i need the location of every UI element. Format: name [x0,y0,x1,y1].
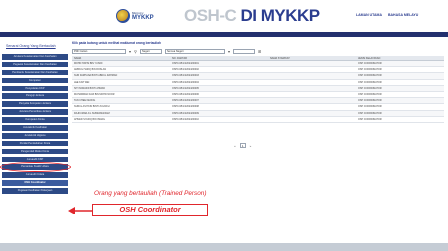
page-number[interactable]: 1 [239,143,246,148]
table-cell [268,61,356,66]
sidebar-item[interactable]: Pegawai Kesihatan Pekerjaan [2,188,68,194]
table-cell: OSH COORDINATOR [358,86,382,90]
filter-bar: Pilih Carian ▾ ⚲ Negeri Semua Negeri ▾ ⊞ [72,48,444,54]
table-cell [268,73,356,78]
sidebar-item[interactable]: Jurutera Keselamatan Dan Kesihatan [2,54,68,60]
bottom-strip [0,243,448,251]
main-heading: Klik pada butang untuk melihat maklumat … [72,41,161,45]
sidebar-item[interactable]: Penilai Pendedahan Kimia [2,140,68,147]
table-cell [268,111,356,116]
state-select[interactable]: Semua Negeri [164,48,225,54]
table-cell: AMIRUL HAZIQ BIN ROSLAN [74,68,107,72]
table-cell: OSH COORDINATOR [358,99,382,103]
sidebar-item[interactable]: Penyelaras KKP [2,85,68,92]
table-cell: OSH COORDINATOR [358,68,382,72]
results-table: NAMA NO. DAFTAR NAMA SYARIKAT JENIS KELA… [72,56,444,123]
table-cell: OSH COORDINATOR [358,74,382,78]
agency-logo[interactable]: Ministry MYKKP [116,6,162,26]
table-cell: OSH COORDINATOR [358,92,382,96]
language-link[interactable]: BAHASA MELAYU [388,13,418,17]
search-icon[interactable]: ⚲ [134,49,137,54]
column-header[interactable]: NAMA [72,56,170,60]
column-header[interactable]: NAMA SYARIKAT [268,56,356,60]
sidebar-item[interactable]: Kompeten [2,77,68,84]
filter-icon[interactable]: ⊞ [258,49,261,54]
sidebar-item[interactable]: Jurutera Pemeriksa Jentera [2,109,68,115]
table-cell: OSH COORDINATOR [358,80,382,84]
sidebar-item[interactable]: Penyelia Kompeten Jentera [2,101,68,107]
pagination: « 1 » [234,143,251,148]
table-cell: MOHD HATIM BIN YUSOF [74,62,103,65]
table-cell [268,92,356,97]
sidebar-heading[interactable]: Senarai Orang Yang Bertauliah [6,44,56,48]
sidebar-item-osh-coordinator[interactable]: OSH Coordinator [2,180,68,186]
table-cell: SITI NORAINI BINTI AHMAD [74,86,105,90]
table-cell: NURUL ASYIKIN BINTI ZULKIFLI [74,105,110,109]
table-cell: MUHAMMAD FAIZ BIN MOHD NOOR [74,92,115,96]
sidebar: Senarai Orang Yang Bertauliah Jurutera K… [0,37,70,243]
table-cell [268,98,356,103]
table-cell: AHMAD SYAFIQ BIN ISMAIL [74,117,106,121]
table-cell: OSHC/25/13/2024/00007 [172,99,199,103]
table-cell: OSH COORDINATOR [358,117,382,121]
table-cell [268,117,356,122]
table-cell: OSHC/25/13/2024/00008 [172,105,199,109]
table-body: MOHD HATIM BIN YUSOF OSHC/25/13/2024/0000… [72,61,444,123]
table-cell: OSH COORDINATOR [358,111,382,115]
sidebar-item[interactable]: Pegawai Keselamatan Dan Kesihatan [2,61,68,68]
table-cell [268,67,356,72]
prev-page-button[interactable]: « [234,144,236,148]
sidebar-item[interactable]: Juruaudit Udara [2,172,68,178]
sidebar-item[interactable]: Penguji Jentera [2,93,68,100]
table-cell: LEE KAH WEI [74,80,90,84]
app-window: Ministry MYKKP OSH-C DI MYKKP LAMAN UTAM… [0,0,448,243]
header: Ministry MYKKP OSH-C DI MYKKP LAMAN UTAM… [0,0,448,32]
sidebar-menu: Jurutera Keselamatan Dan Kesihatan Pegaw… [2,54,68,196]
seal-icon [116,9,130,23]
table-cell: OSHC/25/13/2024/00001 [172,62,199,65]
table-cell: OSHC/25/13/2024/00004 [172,80,199,84]
table-cell: OSHC/25/13/2024/00003 [172,74,199,78]
search-type-select[interactable]: Pilih Carian [72,48,126,54]
column-header[interactable]: NO. DAFTAR [170,56,268,60]
next-page-button[interactable]: » [250,144,252,148]
sidebar-item[interactable]: Pembantu Keselamatan Dan Kesihatan [2,69,68,76]
osh-coordinator-callout: OSH Coordinator [92,204,208,216]
page-title: OSH-C DI MYKKP [184,6,320,26]
highlight-ellipse [0,161,71,172]
logo-text: MYKKP [132,14,154,21]
page-title-part2: DI MYKKP [240,6,321,25]
table-cell: OSH COORDINATOR [358,105,382,109]
sidebar-item[interactable]: Pengendali Risiko Kimia [2,148,68,155]
page-title-part1: OSH-C [184,6,237,25]
annotation-caption: Orang yang bertauliah (Trained Person) [94,190,207,197]
table-cell [268,86,356,91]
table-cell: OSHC/25/13/2024/00010 [172,117,199,121]
sidebar-item[interactable]: Juruteknik Kesihatan [2,125,68,131]
table-cell: RAJKUMAR A/L SUBRAMANIAM [74,111,110,115]
arrow-left-icon [68,207,93,214]
top-links: LAMAN UTAMA BAHASA MELAYU [356,13,418,17]
table-cell: NUR FARHANA BINTI ABDUL RAHMAN [74,74,118,78]
home-link[interactable]: LAMAN UTAMA [356,13,382,17]
table-cell: TAN CHEE KEONG [74,99,96,103]
column-header[interactable]: JENIS KELAYAKAN [356,56,444,60]
table-row[interactable]: AHMAD SYAFIQ BIN ISMAIL OSHC/25/13/2024/0… [72,116,444,123]
sidebar-item[interactable]: Juruteknik Higiene [2,132,68,139]
chevron-down-icon: ▾ [129,48,132,54]
table-cell [268,80,356,85]
table-cell: OSH COORDINATOR [358,62,382,65]
table-cell: OSHC/25/13/2024/00005 [172,86,199,90]
table-cell: OSHC/25/13/2024/00002 [172,68,199,72]
table-cell: OSHC/25/13/2024/00006 [172,92,199,96]
table-cell [268,104,356,109]
chevron-down-icon: ▾ [227,48,230,54]
state-label: Negeri [139,48,162,54]
table-cell: OSHC/25/13/2024/00009 [172,111,199,115]
sidebar-item[interactable]: Kompeten Kimia [2,117,68,123]
extra-select[interactable] [232,48,255,54]
